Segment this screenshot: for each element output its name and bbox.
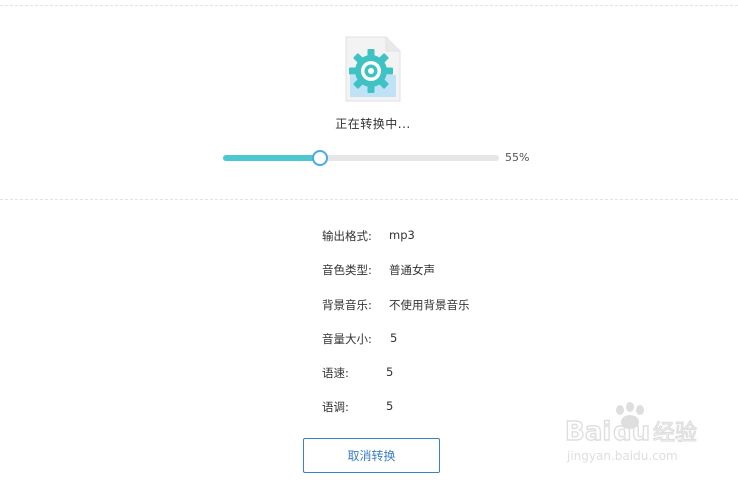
detail-value: 不使用背景音乐 xyxy=(389,297,470,312)
progress-fill xyxy=(223,155,321,161)
detail-label: 背景音乐: xyxy=(322,297,372,312)
status-text: 正在转换中... xyxy=(335,117,411,131)
detail-value: mp3 xyxy=(389,228,415,242)
section-divider xyxy=(0,199,738,200)
svg-text:jingyan.baidu.com: jingyan.baidu.com xyxy=(566,449,678,463)
detail-label: 音量大小: xyxy=(322,331,372,346)
detail-label: 音色类型: xyxy=(322,263,372,278)
svg-text:经验: 经验 xyxy=(653,421,697,446)
detail-value: 5 xyxy=(390,330,398,345)
progress-bar xyxy=(223,150,499,166)
detail-value: 5 xyxy=(386,365,394,380)
progress-percent: 55% xyxy=(505,151,530,164)
detail-label: 语调: xyxy=(322,400,349,415)
detail-value: 普通女声 xyxy=(389,263,435,278)
svg-text:Bai: Bai xyxy=(565,417,611,447)
cancel-conversion-button[interactable]: 取消转换 xyxy=(303,438,440,473)
svg-text:du: du xyxy=(613,417,650,447)
detail-label: 语速: xyxy=(322,366,349,381)
gear-file-icon xyxy=(345,36,401,102)
top-divider xyxy=(0,5,738,6)
conversion-panel: 正在转换中... 55% 输出格式: mp3 音色类型: 普通女声 背景音乐: … xyxy=(0,0,738,481)
detail-value: 5 xyxy=(386,399,394,414)
baidu-jingyan-watermark: Bai du 经验 jingyan.baidu.com xyxy=(564,402,698,463)
detail-label: 输出格式: xyxy=(322,229,372,243)
progress-knob xyxy=(312,150,329,166)
